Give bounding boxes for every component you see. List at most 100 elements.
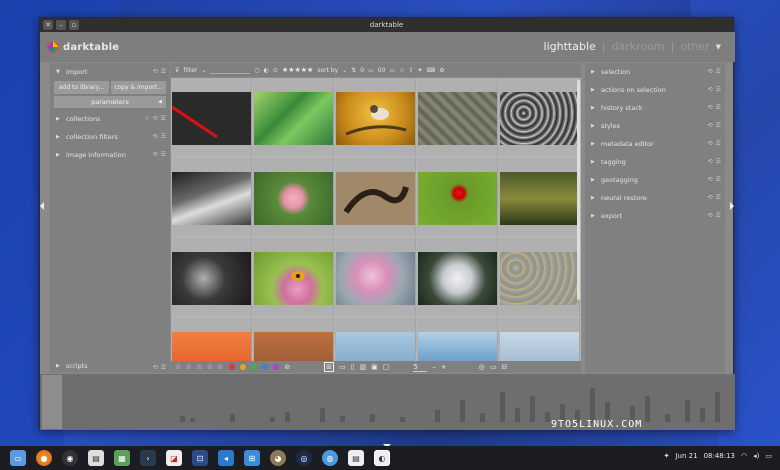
module-actions-on-selection[interactable]: ▶ actions on selection ⟲ ☰ xyxy=(585,81,725,99)
text-editor-icon[interactable]: ▤ xyxy=(88,450,104,466)
reset-icon[interactable]: ⟲ xyxy=(708,212,713,219)
reset-icon[interactable]: ⟲ xyxy=(153,133,158,140)
filter-icon[interactable]: ⊽ xyxy=(175,67,179,74)
reset-icon[interactable]: ⟲ xyxy=(153,151,158,158)
gimp-icon[interactable]: ◕ xyxy=(270,450,286,466)
module-scripts[interactable]: ▶ scripts ⟲ ☰ xyxy=(50,359,170,373)
thumbnail[interactable] xyxy=(499,78,580,156)
rating-filter-stars[interactable]: ★★★★★ xyxy=(282,66,313,74)
thumbnail[interactable] xyxy=(171,78,252,156)
thumbnail[interactable] xyxy=(335,78,416,156)
display-icon[interactable]: ▭ xyxy=(490,363,497,371)
module-collections[interactable]: ▶ collections ☆ ⟲ ☰ xyxy=(50,110,170,128)
sort-label[interactable]: sort by xyxy=(317,67,338,74)
reset-icon[interactable]: ⟲ xyxy=(708,194,713,201)
thumbnail[interactable] xyxy=(171,238,252,316)
presets-icon[interactable]: ☰ xyxy=(161,68,166,75)
reset-icon[interactable]: ⟲ xyxy=(708,68,713,75)
toggle-icon[interactable]: ◐ xyxy=(264,67,269,74)
color-label-yellow[interactable] xyxy=(240,364,247,370)
module-neural-restore[interactable]: ▶ neural restore ⟲ ☰ xyxy=(585,189,725,207)
calculator-icon[interactable]: ▦ xyxy=(114,450,130,466)
document-viewer-icon[interactable]: ◪ xyxy=(166,450,182,466)
thumbnail[interactable] xyxy=(417,78,498,156)
view-darkroom[interactable]: darkroom xyxy=(612,40,665,53)
github-icon[interactable]: ◉ xyxy=(62,450,78,466)
thumbnail[interactable] xyxy=(171,158,252,236)
zoom-value[interactable]: 5 xyxy=(413,363,428,372)
screenshot-icon[interactable]: ⊡ xyxy=(192,450,208,466)
steam-icon[interactable]: ◎ xyxy=(296,450,312,466)
fullpreview-icon[interactable]: ▢ xyxy=(383,363,390,371)
thumbnail[interactable] xyxy=(499,158,580,236)
presets-icon[interactable]: ☰ xyxy=(161,133,166,140)
zoom-in-button[interactable]: + xyxy=(441,363,447,371)
lightbulb-icon[interactable]: ✦ xyxy=(664,452,670,460)
module-import[interactable]: ▼ import ⟲ ☰ xyxy=(50,63,170,81)
minimize-icon[interactable]: – xyxy=(56,20,66,30)
date-label[interactable]: Jun 21 xyxy=(675,452,697,460)
grouping-icon[interactable]: ▭ xyxy=(368,67,374,74)
module-styles[interactable]: ▶ styles ⟲ ☰ xyxy=(585,117,725,135)
chevron-down-icon[interactable]: ⌄ xyxy=(201,67,206,74)
reset-icon[interactable]: ⟲ xyxy=(708,104,713,111)
thumbnail[interactable] xyxy=(499,238,580,316)
color-label-red[interactable] xyxy=(229,364,236,370)
star-icon[interactable]: ☆ xyxy=(144,115,149,122)
zoomable-layout-icon[interactable]: ▭ xyxy=(339,363,346,371)
presets-icon[interactable]: ☰ xyxy=(716,194,721,201)
thumbnail[interactable] xyxy=(499,318,580,361)
sort-order-icon[interactable]: ⇅ xyxy=(351,67,356,74)
module-tagging[interactable]: ▶ tagging ⟲ ☰ xyxy=(585,153,725,171)
close-icon[interactable]: ✕ xyxy=(43,20,53,30)
filter-label[interactable]: filter xyxy=(183,67,197,74)
color-label-blue[interactable] xyxy=(262,364,269,370)
wifi-icon[interactable]: ◠ xyxy=(741,452,747,460)
color-label-green[interactable] xyxy=(251,364,258,370)
reset-icon[interactable]: ⟲ xyxy=(153,364,158,371)
presets-icon[interactable]: ☰ xyxy=(716,212,721,219)
reset-icon[interactable]: ⟲ xyxy=(708,158,713,165)
thumbnail[interactable] xyxy=(253,318,334,361)
store-icon[interactable]: ⊞ xyxy=(244,450,260,466)
grid-scrollbar[interactable] xyxy=(577,80,580,300)
darktable-taskbar-icon[interactable]: ◐ xyxy=(374,450,390,466)
thumbnail[interactable] xyxy=(335,238,416,316)
presets-icon[interactable]: ☰ xyxy=(716,68,721,75)
culling-layout-icon[interactable]: ▯ xyxy=(351,363,355,371)
presets-icon[interactable]: ☰ xyxy=(716,176,721,183)
presets-icon[interactable]: ☰ xyxy=(716,158,721,165)
volume-icon[interactable]: ◂) xyxy=(753,452,759,460)
parameters-toggle[interactable]: parameters ◀ xyxy=(54,96,166,108)
thumbnail[interactable] xyxy=(417,238,498,316)
overlay-icon[interactable]: ▭ xyxy=(389,67,395,74)
maximize-icon[interactable]: ▫ xyxy=(69,20,79,30)
module-collection-filters[interactable]: ▶ collection filters ⟲ ☰ xyxy=(50,128,170,146)
thumbnail[interactable] xyxy=(335,158,416,236)
module-geotagging[interactable]: ▶ geotagging ⟲ ☰ xyxy=(585,171,725,189)
star-icon[interactable]: ☆ xyxy=(399,67,404,74)
add-to-library-button[interactable]: add to library... xyxy=(54,81,109,94)
color-label-purple[interactable] xyxy=(273,364,280,370)
files-icon[interactable]: ▭ xyxy=(10,450,26,466)
timeline-cursor[interactable] xyxy=(42,375,62,429)
reset-icon[interactable]: ⟲ xyxy=(153,68,158,75)
vscode-icon[interactable]: ◂ xyxy=(218,450,234,466)
view-lighttable[interactable]: lighttable xyxy=(544,40,596,53)
culling-dynamic-icon[interactable]: ▥ xyxy=(360,363,367,371)
preview-icon[interactable]: ▣ xyxy=(371,363,378,371)
clear-icon[interactable]: ○ xyxy=(254,67,259,74)
module-metadata-editor[interactable]: ▶ metadata editor ⟲ ☰ xyxy=(585,135,725,153)
presets-icon[interactable]: ☰ xyxy=(161,115,166,122)
grid-settings-icon[interactable]: ⊟ xyxy=(502,363,508,371)
thumbnail[interactable] xyxy=(253,238,334,316)
rating-filter-icon[interactable]: ⊙ xyxy=(273,67,278,74)
collapse-right-icon[interactable] xyxy=(730,202,734,210)
thumbnail[interactable] xyxy=(335,318,416,361)
browser-icon[interactable]: ◍ xyxy=(322,450,338,466)
thumbnail[interactable] xyxy=(417,158,498,236)
time-label[interactable]: 08:48:13 xyxy=(704,452,735,460)
reset-icon[interactable]: ⟲ xyxy=(708,122,713,129)
reset-icon[interactable]: ⟲ xyxy=(708,86,713,93)
module-history-stack[interactable]: ▶ history stack ⟲ ☰ xyxy=(585,99,725,117)
